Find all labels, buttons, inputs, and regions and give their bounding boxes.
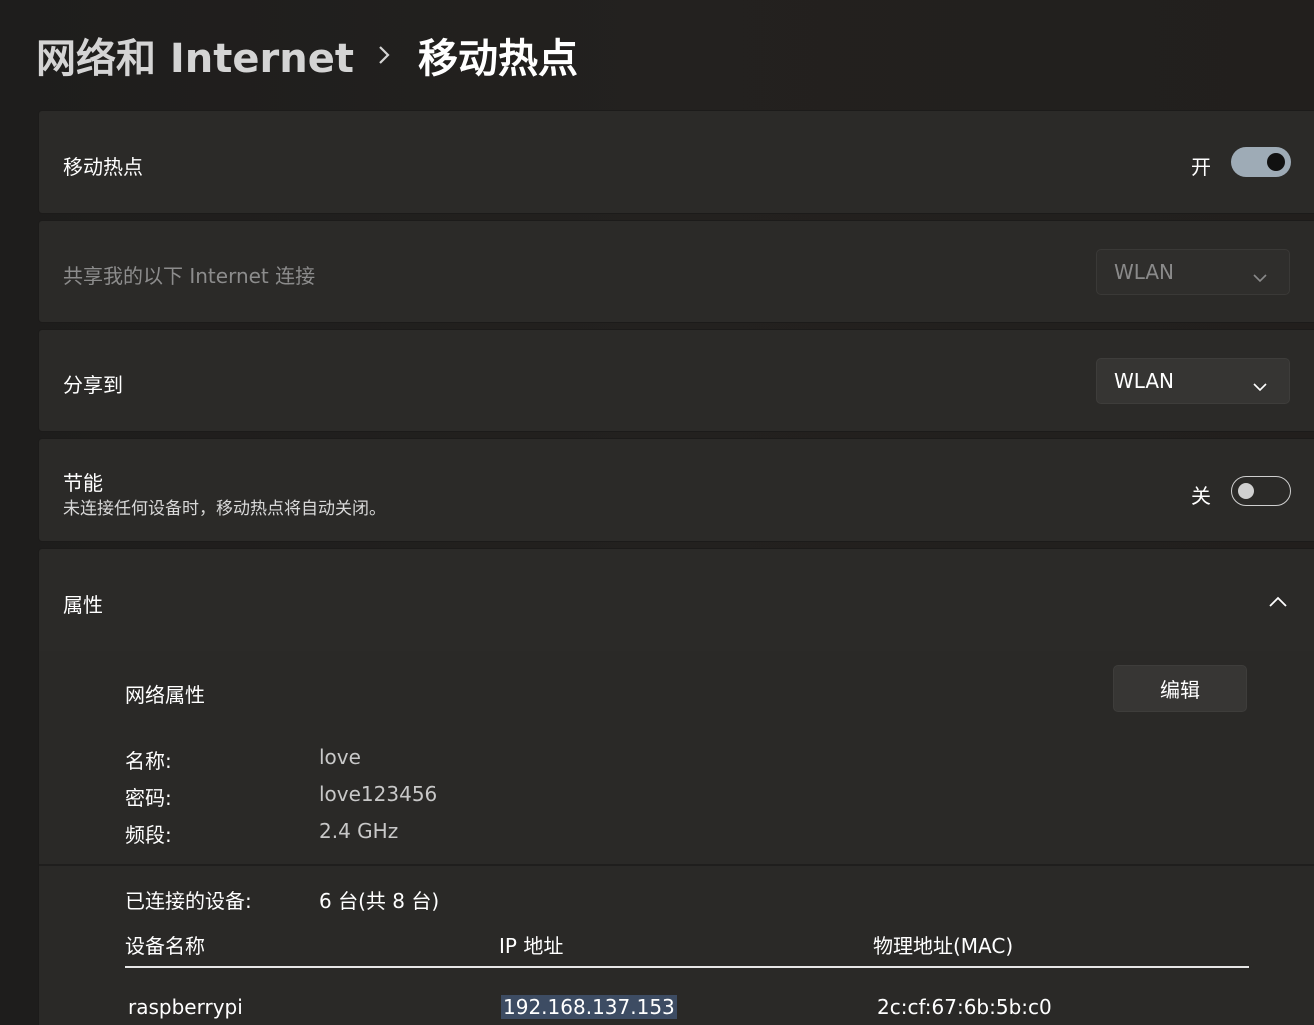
column-header-device-name: 设备名称 [125, 934, 205, 958]
column-header-ip: IP 地址 [499, 934, 564, 958]
mac-address-cell: 2c:cf:67:6b:5b:c0 [877, 995, 1052, 1019]
hotspot-label: 移动热点 [63, 155, 143, 179]
breadcrumb-parent[interactable]: 网络和 Internet [36, 26, 354, 84]
band-key: 频段: [125, 823, 172, 847]
hotspot-toggle[interactable] [1231, 147, 1291, 177]
password-value: love123456 [319, 782, 438, 806]
share-from-card: 共享我的以下 Internet 连接 WLAN [38, 220, 1314, 323]
password-key: 密码: [125, 786, 172, 810]
share-over-label: 分享到 [63, 373, 123, 397]
chevron-right-icon [378, 45, 390, 65]
properties-header[interactable]: 属性 [39, 549, 1314, 651]
chevron-down-icon [1253, 264, 1267, 288]
share-over-dropdown[interactable]: WLAN [1096, 358, 1290, 404]
connected-devices-label: 已连接的设备: [125, 889, 252, 913]
power-saving-state-label: 关 [1191, 484, 1211, 508]
power-saving-toggle[interactable] [1231, 476, 1291, 506]
table-header-rule [125, 966, 1249, 968]
power-saving-label: 节能 [63, 471, 103, 495]
divider [39, 864, 1314, 866]
connected-devices-count: 6 台(共 8 台) [319, 889, 440, 913]
hotspot-card: 移动热点 开 [38, 110, 1314, 214]
power-saving-card: 节能 未连接任何设备时，移动热点将自动关闭。 关 [38, 438, 1314, 542]
share-from-value: WLAN [1114, 260, 1175, 284]
hotspot-state-label: 开 [1191, 155, 1211, 179]
toggle-knob [1238, 483, 1254, 499]
edit-button[interactable]: 编辑 [1113, 665, 1247, 712]
ip-address-cell[interactable]: 192.168.137.153 [501, 995, 677, 1019]
power-saving-description: 未连接任何设备时，移动热点将自动关闭。 [63, 499, 386, 519]
toggle-knob [1267, 153, 1285, 171]
device-name-cell: raspberrypi [128, 995, 243, 1019]
share-from-dropdown[interactable]: WLAN [1096, 249, 1290, 295]
network-properties-title: 网络属性 [125, 683, 205, 707]
chevron-down-icon [1253, 373, 1267, 397]
name-key: 名称: [125, 749, 172, 773]
chevron-up-icon [1269, 593, 1287, 612]
breadcrumb: 网络和 Internet 移动热点 [36, 26, 578, 84]
column-header-mac: 物理地址(MAC) [873, 934, 1014, 958]
share-from-label: 共享我的以下 Internet 连接 [63, 264, 316, 288]
name-value: love [319, 745, 361, 769]
properties-label: 属性 [63, 593, 103, 617]
band-value: 2.4 GHz [319, 819, 399, 843]
page-title: 移动热点 [418, 36, 578, 82]
properties-body: 网络属性 编辑 名称: love 密码: love123456 频段: 2.4 … [39, 651, 1314, 1025]
share-over-card: 分享到 WLAN [38, 329, 1314, 432]
properties-card: 属性 网络属性 编辑 名称: love 密码: love123456 频段: 2… [38, 548, 1314, 1025]
settings-page: 网络和 Internet 移动热点 移动热点 开 共享我的以下 Internet… [0, 0, 1314, 1025]
share-over-value: WLAN [1114, 369, 1175, 393]
